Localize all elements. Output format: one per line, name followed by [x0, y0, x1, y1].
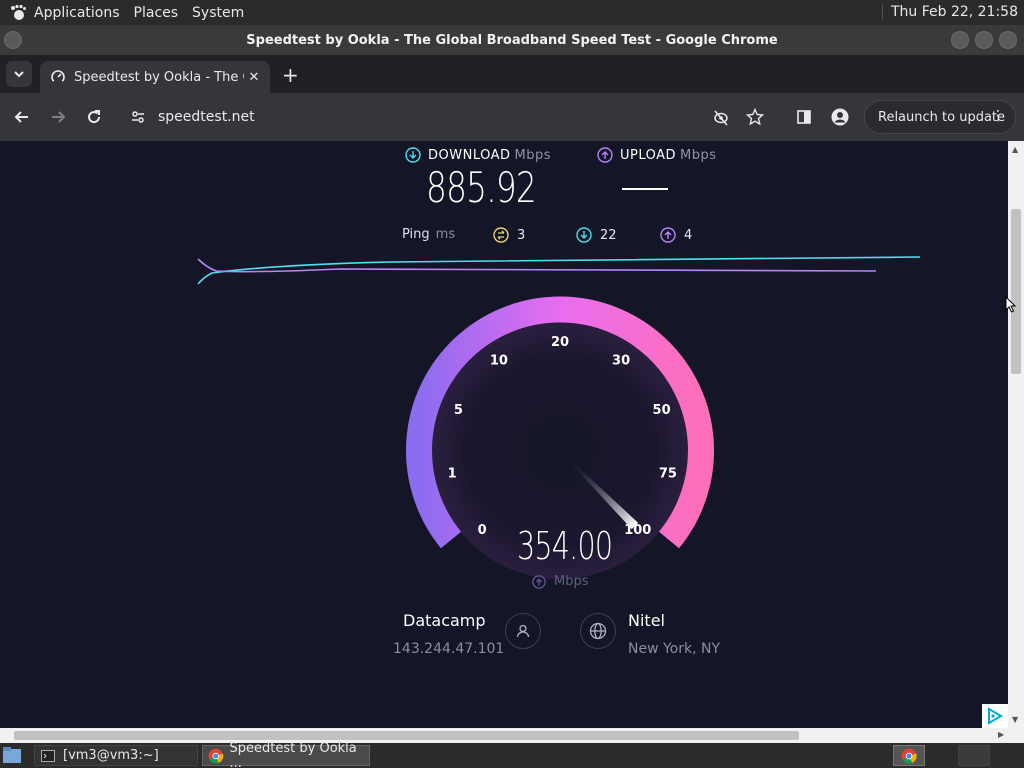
- gauge-tick-label: 50: [653, 403, 671, 418]
- gauge-unit: Mbps: [532, 574, 589, 589]
- download-title: DOWNLOAD: [428, 147, 511, 163]
- bottom-taskbar: [vm3@vm3:~] Speedtest by Ookla ...: [0, 741, 1024, 768]
- upload-unit: Mbps: [680, 147, 717, 163]
- speedtest-page: DOWNLOAD Mbps UPLOAD Mbps 885.92 Ping ms…: [0, 141, 1008, 728]
- ping-upload-value: 4: [684, 227, 693, 243]
- ping-title: Ping: [402, 227, 430, 242]
- isp-name: Datacamp: [403, 611, 486, 630]
- download-arrow-icon: [405, 147, 421, 163]
- chrome-icon: [901, 748, 917, 764]
- throughput-graph: [197, 256, 921, 285]
- workspace-switcher[interactable]: [893, 745, 925, 766]
- chrome-icon: [208, 748, 224, 763]
- mouse-cursor-icon: [1005, 296, 1017, 313]
- more-menu-icon[interactable]: ⋮: [991, 108, 1005, 124]
- top-panel: Applications Places System Thu Feb 22, 2…: [0, 0, 1024, 25]
- ping-idle-value: 3: [517, 227, 526, 243]
- server-name[interactable]: Nitel: [628, 611, 665, 630]
- applications-menu[interactable]: Applications: [34, 5, 120, 21]
- upload-arrow-icon: [597, 147, 613, 163]
- relaunch-label: Relaunch to update: [878, 109, 1006, 125]
- back-arrow-icon[interactable]: [10, 105, 34, 129]
- taskbar-terminal[interactable]: [vm3@vm3:~]: [34, 745, 198, 766]
- ping-upload: 4: [660, 227, 692, 243]
- clock[interactable]: Thu Feb 22, 21:58: [881, 4, 1018, 20]
- window-titlebar[interactable]: Speedtest by Ookla - The Global Broadban…: [0, 25, 1024, 55]
- horizontal-scroll-thumb[interactable]: [14, 731, 799, 740]
- workspace-2[interactable]: [958, 745, 990, 766]
- side-panel-icon[interactable]: [792, 105, 816, 129]
- eye-off-icon[interactable]: [712, 109, 730, 127]
- gauge-tick-label: 20: [551, 335, 569, 350]
- upload-label: UPLOAD Mbps: [597, 147, 717, 163]
- speedtest-favicon-icon: [51, 70, 65, 84]
- site-info-icon[interactable]: [130, 109, 146, 125]
- isp-ip: 143.244.47.101: [393, 641, 505, 657]
- gauge-tick-label: 0: [478, 523, 487, 538]
- ping-label: Ping ms: [402, 227, 455, 242]
- ping-unit: ms: [435, 227, 456, 242]
- gauge-tick-label: 30: [612, 354, 630, 369]
- horizontal-scrollbar[interactable]: ▶: [0, 728, 1008, 743]
- download-latency-icon: [576, 227, 592, 243]
- scroll-down-icon[interactable]: ▼: [1012, 715, 1018, 724]
- relaunch-to-update-button[interactable]: Relaunch to update ⋮: [864, 100, 1016, 134]
- ping-download-value: 22: [600, 227, 617, 243]
- scroll-up-icon[interactable]: ▲: [1012, 145, 1018, 154]
- globe-icon[interactable]: [580, 613, 616, 649]
- new-tab-icon[interactable]: +: [282, 63, 299, 87]
- bookmark-star-icon[interactable]: [746, 108, 764, 126]
- vertical-scroll-thumb[interactable]: [1011, 209, 1021, 374]
- upload-title: UPLOAD: [620, 147, 677, 163]
- window-menu-button[interactable]: [4, 31, 22, 49]
- taskbar-chrome-label: Speedtest by Ookla ...: [229, 740, 357, 768]
- upload-latency-icon: [660, 227, 676, 243]
- server-location: New York, NY: [628, 641, 721, 657]
- taskbar-terminal-label: [vm3@vm3:~]: [63, 748, 159, 763]
- download-unit: Mbps: [514, 147, 552, 163]
- close-window-button[interactable]: [999, 31, 1017, 49]
- screen: Applications Places System Thu Feb 22, 2…: [0, 0, 1024, 768]
- gnome-foot-icon[interactable]: [8, 3, 28, 23]
- show-desktop-icon[interactable]: [2, 746, 22, 768]
- download-label: DOWNLOAD Mbps: [405, 147, 551, 163]
- tab-strip: Speedtest by Ookla - The Global Broadban…: [0, 55, 1024, 93]
- url-text[interactable]: speedtest.net: [158, 109, 255, 125]
- scroll-right-icon[interactable]: ▶: [998, 730, 1004, 739]
- upload-value: [622, 188, 668, 190]
- reload-icon[interactable]: [82, 105, 106, 129]
- window-title: Speedtest by Ookla - The Global Broadban…: [246, 32, 778, 48]
- maximize-button[interactable]: [975, 31, 993, 49]
- tab-search-button[interactable]: [6, 61, 32, 87]
- tab-close-icon[interactable]: ✕: [244, 70, 264, 85]
- adchoices-icon[interactable]: [982, 704, 1008, 728]
- system-menu[interactable]: System: [192, 5, 244, 21]
- chevron-down-icon: [14, 71, 24, 78]
- gauge-tick-label: 5: [454, 403, 463, 418]
- gauge-tick-label: 10: [490, 354, 508, 369]
- browser-toolbar: speedtest.net Relaunch to update ⋮: [0, 93, 1024, 141]
- download-value: 885.92: [426, 163, 537, 212]
- upload-arrow-icon: [532, 574, 546, 589]
- forward-arrow-icon[interactable]: [46, 105, 70, 129]
- address-bar[interactable]: speedtest.net: [118, 101, 798, 133]
- minimize-button[interactable]: [951, 31, 969, 49]
- user-icon[interactable]: [505, 613, 541, 649]
- tab-title: Speedtest by Ookla - The Global Broadban…: [74, 69, 244, 85]
- taskbar-chrome[interactable]: Speedtest by Ookla ...: [202, 741, 370, 768]
- idle-latency-icon: [493, 227, 509, 243]
- vertical-scrollbar[interactable]: ▲ ▼: [1008, 141, 1024, 728]
- profile-avatar-icon[interactable]: [828, 105, 852, 129]
- scrollbar-corner: [1008, 728, 1024, 743]
- gauge-tick-label: 75: [659, 467, 677, 482]
- places-menu[interactable]: Places: [134, 5, 179, 21]
- gauge-tick-label: 1: [448, 467, 457, 482]
- ping-download: 22: [576, 227, 617, 243]
- gauge-value: 354.00: [517, 524, 613, 568]
- gauge-unit-text: Mbps: [554, 574, 589, 589]
- terminal-icon: [41, 749, 55, 762]
- tab-speedtest[interactable]: Speedtest by Ookla - The Global Broadban…: [40, 61, 270, 93]
- ping-idle: 3: [493, 227, 525, 243]
